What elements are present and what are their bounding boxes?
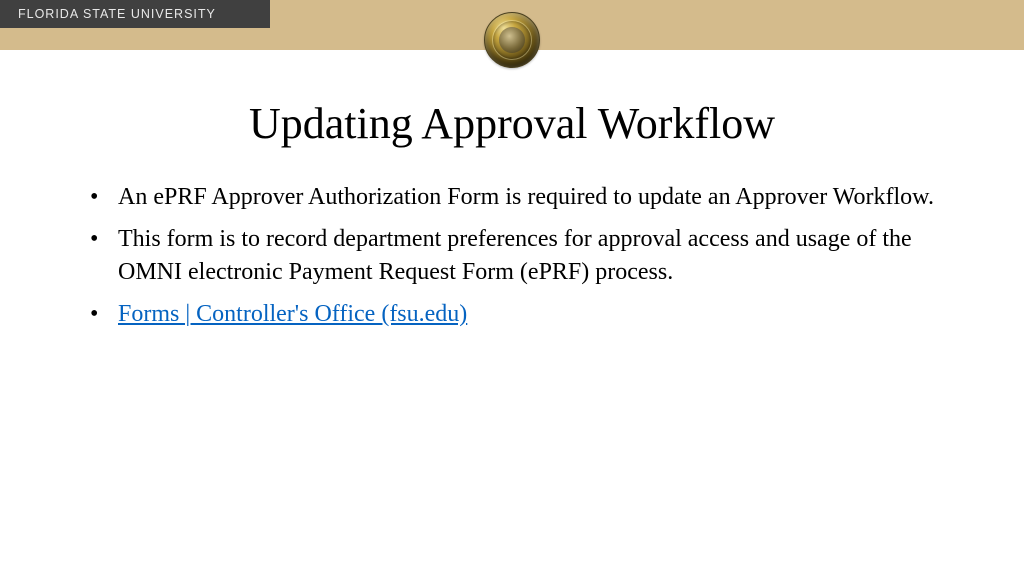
bullet-list: An ePRF Approver Authorization Form is r… bbox=[90, 181, 974, 331]
forms-link[interactable]: Forms | Controller's Office (fsu.edu) bbox=[118, 301, 467, 327]
list-item: This form is to record department prefer… bbox=[90, 223, 974, 288]
list-item: An ePRF Approver Authorization Form is r… bbox=[90, 181, 974, 213]
org-name: FLORIDA STATE UNIVERSITY bbox=[0, 0, 270, 28]
page-title: Updating Approval Workflow bbox=[0, 98, 1024, 149]
fsu-seal-icon bbox=[484, 12, 540, 68]
slide-content: An ePRF Approver Authorization Form is r… bbox=[0, 181, 1024, 331]
list-item: Forms | Controller's Office (fsu.edu) bbox=[90, 298, 974, 330]
